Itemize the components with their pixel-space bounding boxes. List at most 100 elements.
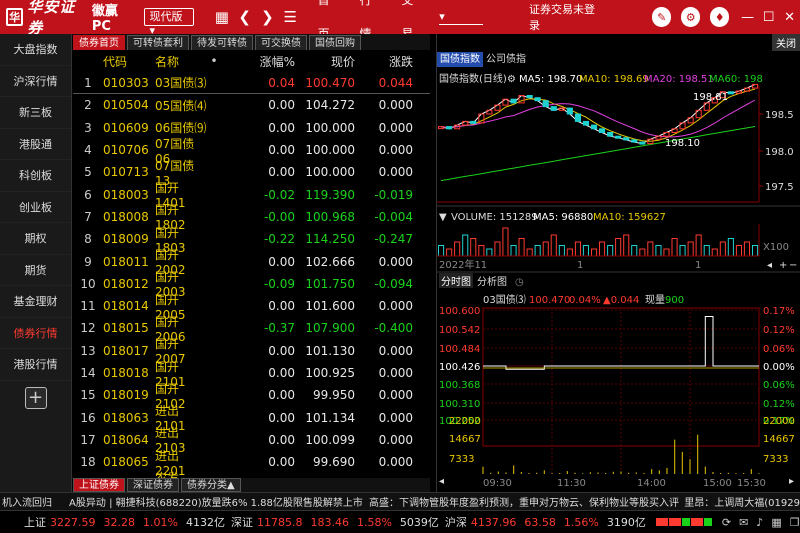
header-change-pct[interactable]: 涨幅%: [221, 53, 295, 70]
news-item[interactable]: 机入流回归: [2, 494, 65, 509]
table-row[interactable]: 8 018009 国开1803 -0.22 114.250 -0.247: [73, 226, 430, 255]
sidebar-item[interactable]: 沪深行情: [0, 66, 71, 97]
bond-tab[interactable]: 债券首页: [73, 35, 125, 50]
bond-tab[interactable]: 待发可转债: [191, 35, 253, 50]
table-row[interactable]: 17 018064 进出2103 0.00 100.099 0.000: [73, 426, 430, 455]
volume-chart[interactable]: [438, 227, 759, 257]
table-row[interactable]: 18 018065 进出2201 0.00 99.690 0.000: [73, 449, 430, 478]
sidebar-item[interactable]: 期货: [0, 255, 71, 286]
add-plus-icon[interactable]: +: [24, 386, 47, 409]
charts-canvas[interactable]: 国债指数(日线) ⚙ MA5: 198.70 MA10: 198.69 MA20…: [437, 34, 800, 492]
settings-gear-icon[interactable]: ⚙: [681, 7, 701, 27]
table-row[interactable]: 2 010504 05国债⑷ 0.00 104.272 0.000: [73, 94, 430, 116]
kline-tick: 198.0: [765, 147, 794, 158]
search-input[interactable]: ▾: [439, 9, 483, 25]
grid-menu-icon[interactable]: ▦: [210, 0, 233, 34]
wrench-icon[interactable]: ✎: [652, 7, 672, 27]
sidebar-item[interactable]: 期权: [0, 223, 71, 255]
login-status[interactable]: 证券交易未登录: [529, 1, 602, 33]
refresh-icon[interactable]: ⟳: [722, 516, 731, 529]
clock-icon[interactable]: ◷: [515, 277, 524, 288]
grid-icon[interactable]: ▦: [771, 516, 781, 529]
header-code[interactable]: 代码: [103, 53, 155, 70]
edition-dropdown[interactable]: 现代版 ▾: [144, 8, 195, 37]
table-row[interactable]: 7 018008 国开1802 -0.00 100.968 -0.004: [73, 203, 430, 232]
candle: [446, 126, 453, 130]
table-row[interactable]: 14 018018 国开2101 0.00 100.925 0.000: [73, 360, 430, 389]
back-arrow-icon[interactable]: ❮: [233, 0, 256, 34]
price: 101.750: [305, 276, 355, 291]
volume-bar: [623, 234, 630, 257]
news-item[interactable]: A股异动 | 翱捷科技(688220)放量跌6% 1.88亿股限售股解禁上市: [69, 494, 363, 509]
header-change[interactable]: 涨跌: [355, 53, 415, 70]
table-row[interactable]: 5 010713 07国债13 0.00 100.000 0.000: [73, 159, 430, 188]
bond-tab[interactable]: 国债回购: [309, 35, 361, 50]
close-icon[interactable]: ✕: [779, 0, 800, 34]
sidebar-item[interactable]: 港股通: [0, 129, 71, 160]
table-row[interactable]: 11 018014 国开2005 0.00 101.600 0.000: [73, 293, 430, 322]
sidebar-item[interactable]: 新三板: [0, 97, 71, 129]
table-row[interactable]: 13 018017 国开2007 0.00 101.130 0.000: [73, 337, 430, 366]
window-icon[interactable]: ❐: [790, 516, 800, 529]
header-name[interactable]: 名称: [155, 53, 207, 70]
table-row[interactable]: 12 018015 国开2006 -0.37 107.900 -0.400: [73, 315, 430, 344]
header-price[interactable]: 现价: [295, 53, 355, 70]
sidebar-item[interactable]: 债券行情: [0, 318, 71, 349]
news-item[interactable]: 高盛：下调物管股年度盈利预测，重申对万物云、保利物业等股买入评: [369, 494, 684, 509]
row-index: 15: [80, 388, 96, 403]
hs-label[interactable]: 沪深: [445, 514, 467, 530]
minimize-icon[interactable]: —: [737, 0, 758, 34]
settings-gear-icon[interactable]: ⚙: [507, 74, 516, 85]
news-item[interactable]: 里昂：上调周大福(01929: [684, 494, 800, 509]
table-row[interactable]: 4 010706 07国债06 0.00 100.000 0.000: [73, 137, 430, 166]
bond-code: 010303: [103, 75, 149, 90]
table-row[interactable]: 9 018011 国开2002 0.00 102.666 0.000: [73, 248, 430, 277]
intraday-vol-tick: 22000: [763, 416, 795, 427]
sidebar-item[interactable]: 基金理财: [0, 286, 71, 318]
bond-tab[interactable]: 可交换债: [255, 35, 307, 50]
table-row[interactable]: 6 018003 国开1401 -0.02 119.390 -0.019: [73, 181, 430, 210]
hs-amount: 3190亿: [606, 516, 646, 529]
shirt-skin-icon[interactable]: ♦: [710, 7, 730, 27]
sidebar-item[interactable]: 港股行情: [0, 349, 71, 381]
bond-tab[interactable]: 可转债套利: [127, 35, 189, 50]
intraday-vol-tick: 7333: [763, 454, 788, 465]
table-row[interactable]: 10 018012 国开2003 -0.09 101.750 -0.094: [73, 270, 430, 299]
change-pct: 0.00: [268, 299, 295, 314]
sidebar-item[interactable]: 科创板: [0, 160, 71, 192]
table-row[interactable]: 15 018019 国开2102 0.00 99.950 0.000: [73, 382, 430, 411]
scroll-left-icon[interactable]: ◂: [767, 260, 772, 271]
tab-intraday[interactable]: 分时图: [441, 276, 471, 288]
table-row[interactable]: 3 010609 06国债⑼ 0.00 100.000 0.000: [73, 117, 430, 139]
tab-analysis[interactable]: 分析图: [477, 275, 507, 288]
sh-label[interactable]: 上证: [24, 514, 46, 530]
candle: [727, 91, 734, 95]
forward-arrow-icon[interactable]: ❯: [256, 0, 279, 34]
chat-icon[interactable]: ✉: [739, 516, 748, 529]
sz-label[interactable]: 深证: [231, 514, 253, 530]
table-row[interactable]: 16 018063 进出2101 0.00 101.134 0.000: [73, 404, 430, 433]
scroll-left-icon[interactable]: ◂: [439, 476, 444, 487]
maximize-icon[interactable]: ☐: [758, 0, 779, 34]
change-pct: -0.22: [263, 232, 295, 247]
candle: [743, 87, 750, 92]
sidebar-item[interactable]: 大盘指数: [0, 34, 71, 66]
intraday-time-label: 14:00: [637, 478, 666, 489]
sidebar-item[interactable]: 创业板: [0, 192, 71, 223]
volume-bar: [534, 245, 541, 257]
market-tab[interactable]: 债券分类▲: [181, 478, 241, 492]
scroll-right-icon[interactable]: ▸: [789, 476, 794, 487]
volume-bar: [663, 248, 670, 257]
bell-icon[interactable]: ♪: [756, 516, 763, 529]
news-ticker[interactable]: 机入流回归 A股异动 | 翱捷科技(688220)放量跌6% 1.88亿股限售股…: [0, 492, 800, 510]
zoom-in-icon[interactable]: +: [779, 260, 787, 271]
zoom-out-icon[interactable]: −: [789, 260, 797, 271]
volume-bar: [574, 241, 581, 257]
market-tab[interactable]: 深证债券: [127, 478, 179, 492]
change: 0.000: [378, 165, 413, 180]
market-tab[interactable]: 上证债券: [73, 478, 125, 492]
hamburger-menu-icon[interactable]: ☰: [279, 0, 302, 34]
row-index: 7: [84, 209, 92, 224]
table-row[interactable]: 1 010303 03国债⑶ 0.04 100.470 0.044: [73, 72, 430, 95]
menu-triangle-icon[interactable]: ▼: [439, 212, 447, 223]
